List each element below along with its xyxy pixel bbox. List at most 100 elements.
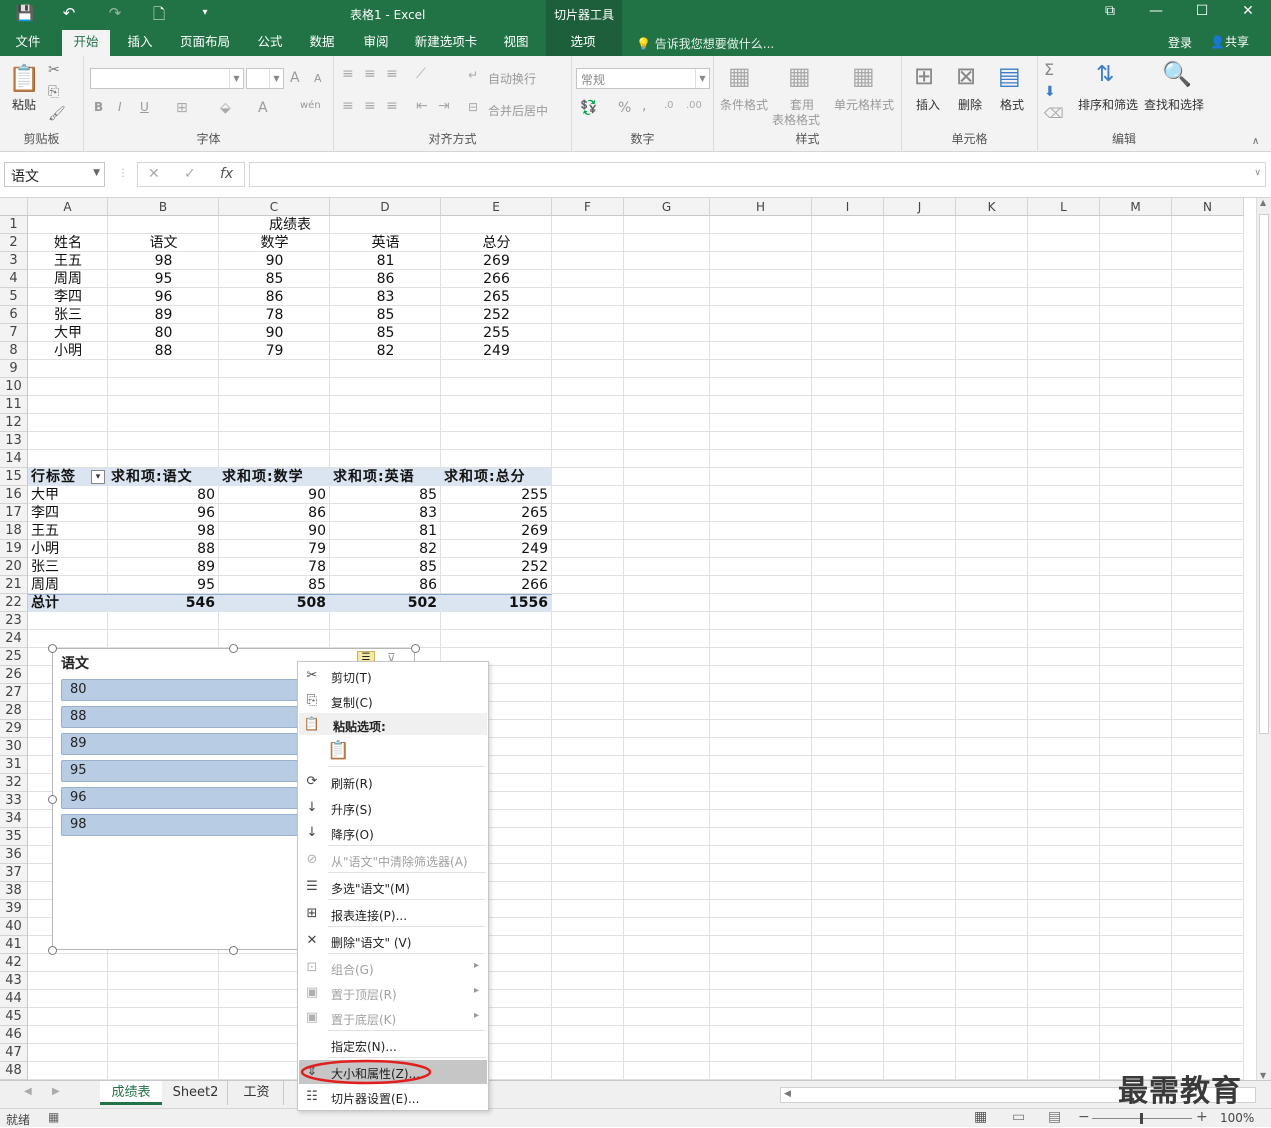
- align-right-icon[interactable]: ≡: [386, 98, 398, 114]
- row-header[interactable]: 30: [0, 738, 28, 756]
- insert-cells-icon[interactable]: ⊞: [914, 62, 934, 90]
- cell[interactable]: 255: [441, 324, 552, 342]
- cell[interactable]: 86: [219, 504, 330, 522]
- cell[interactable]: 249: [441, 342, 552, 360]
- cell[interactable]: 252: [441, 306, 552, 324]
- row-header[interactable]: 28: [0, 702, 28, 720]
- cell[interactable]: 小明: [28, 342, 108, 360]
- cell[interactable]: 82: [330, 540, 441, 558]
- cell[interactable]: 周周: [28, 576, 108, 594]
- row-header[interactable]: 19: [0, 540, 28, 558]
- column-header[interactable]: E: [441, 198, 552, 216]
- paste-label[interactable]: 粘贴: [12, 96, 36, 113]
- zoom-out-icon[interactable]: −: [1078, 1109, 1090, 1125]
- confirm-icon[interactable]: ✓: [184, 166, 196, 182]
- cell[interactable]: 83: [330, 504, 441, 522]
- cell[interactable]: 546: [108, 594, 219, 612]
- sheet-tab-scores[interactable]: 成绩表: [100, 1081, 162, 1105]
- cell[interactable]: 李四: [28, 504, 108, 522]
- row-header[interactable]: 47: [0, 1044, 28, 1062]
- remove-slicer-menu-item[interactable]: ✕ 删除"语文" (V): [299, 929, 487, 953]
- resize-handle[interactable]: [229, 644, 238, 653]
- cell[interactable]: 269: [441, 252, 552, 270]
- cell[interactable]: 85: [219, 576, 330, 594]
- cell[interactable]: 85: [219, 270, 330, 288]
- resize-handle[interactable]: [48, 644, 57, 653]
- font-size-combo[interactable]: ▼: [246, 68, 284, 89]
- maximize-button[interactable]: ☐: [1187, 3, 1217, 19]
- cut-menu-item[interactable]: ✂ 剪切(T): [299, 664, 487, 688]
- resize-handle[interactable]: [411, 644, 420, 653]
- copy-menu-item[interactable]: ⎘ 复制(C): [299, 689, 487, 713]
- row-header[interactable]: 46: [0, 1026, 28, 1044]
- cell[interactable]: 81: [330, 252, 441, 270]
- cell[interactable]: 大甲: [28, 486, 108, 504]
- grow-font-icon[interactable]: A: [290, 70, 300, 86]
- row-header[interactable]: 20: [0, 558, 28, 576]
- cell[interactable]: 83: [330, 288, 441, 306]
- cell[interactable]: 求和项:总分: [441, 468, 552, 486]
- cell[interactable]: 88: [108, 540, 219, 558]
- share-button[interactable]: 👤共享: [1210, 33, 1249, 50]
- group-menu-item[interactable]: ⊡ 组合(G) ▸: [299, 956, 487, 980]
- conditional-format-button[interactable]: 条件格式: [720, 96, 768, 113]
- column-header[interactable]: J: [884, 198, 956, 216]
- cell[interactable]: 86: [330, 576, 441, 594]
- sheet-tab-salary[interactable]: 工资: [230, 1081, 284, 1105]
- cell[interactable]: 265: [441, 288, 552, 306]
- row-header[interactable]: 33: [0, 792, 28, 810]
- cell[interactable]: 252: [441, 558, 552, 576]
- row-header[interactable]: 21: [0, 576, 28, 594]
- cell[interactable]: 249: [441, 540, 552, 558]
- new-document-icon[interactable]: 🗋: [148, 4, 170, 29]
- cell[interactable]: 小明: [28, 540, 108, 558]
- cell[interactable]: 总分: [441, 234, 552, 252]
- column-header[interactable]: D: [330, 198, 441, 216]
- zoom-in-icon[interactable]: +: [1196, 1109, 1208, 1125]
- tab-options[interactable]: 选项: [560, 28, 606, 56]
- font-name-combo[interactable]: ▼: [90, 68, 244, 89]
- number-format-combo[interactable]: 常规 ▼: [576, 68, 710, 89]
- accounting-icon[interactable]: 💱: [580, 100, 597, 116]
- find-select-button[interactable]: 查找和选择: [1144, 96, 1204, 113]
- cell[interactable]: 张三: [28, 558, 108, 576]
- sort-descending-menu-item[interactable]: ↓ 降序(O): [299, 821, 487, 845]
- row-header[interactable]: 35: [0, 828, 28, 846]
- cell[interactable]: 89: [108, 306, 219, 324]
- page-break-view-icon[interactable]: ▤: [1048, 1109, 1061, 1125]
- row-header[interactable]: 14: [0, 450, 28, 468]
- underline-button[interactable]: U: [140, 100, 149, 114]
- cell[interactable]: 86: [330, 270, 441, 288]
- cell[interactable]: 266: [441, 576, 552, 594]
- row-header[interactable]: 38: [0, 882, 28, 900]
- row-header[interactable]: 18: [0, 522, 28, 540]
- font-color-icon[interactable]: A: [258, 100, 268, 116]
- border-icon[interactable]: ⊞: [176, 100, 188, 116]
- row-header[interactable]: 9: [0, 360, 28, 378]
- expand-formula-icon[interactable]: ∨: [1254, 168, 1261, 178]
- assign-macro-menu-item[interactable]: 指定宏(N)...: [299, 1033, 487, 1057]
- row-header[interactable]: 31: [0, 756, 28, 774]
- percent-button[interactable]: %: [618, 100, 631, 116]
- row-header[interactable]: 23: [0, 612, 28, 630]
- cell[interactable]: 90: [219, 324, 330, 342]
- zoom-slider-thumb[interactable]: [1140, 1113, 1143, 1124]
- row-header[interactable]: 12: [0, 414, 28, 432]
- row-header[interactable]: 4: [0, 270, 28, 288]
- phonetic-icon[interactable]: wén: [300, 100, 321, 111]
- increase-decimal-icon[interactable]: .0: [664, 100, 674, 111]
- bold-button[interactable]: B: [94, 100, 103, 114]
- row-header[interactable]: 42: [0, 954, 28, 972]
- cancel-icon[interactable]: ✕: [148, 166, 160, 182]
- format-painter-icon[interactable]: 🖌: [48, 106, 66, 122]
- align-center-icon[interactable]: ≡: [364, 98, 376, 114]
- collapse-ribbon-icon[interactable]: ∧: [1252, 136, 1259, 147]
- cell[interactable]: 502: [330, 594, 441, 612]
- row-header[interactable]: 45: [0, 1008, 28, 1026]
- row-label-filter-button[interactable]: ▾: [91, 470, 105, 484]
- cell[interactable]: 86: [219, 288, 330, 306]
- align-left-icon[interactable]: ≡: [342, 98, 354, 114]
- tab-page-layout[interactable]: 页面布局: [172, 28, 238, 56]
- vertical-scrollbar[interactable]: ▲ ▼: [1256, 198, 1271, 1080]
- cell[interactable]: 语文: [108, 234, 219, 252]
